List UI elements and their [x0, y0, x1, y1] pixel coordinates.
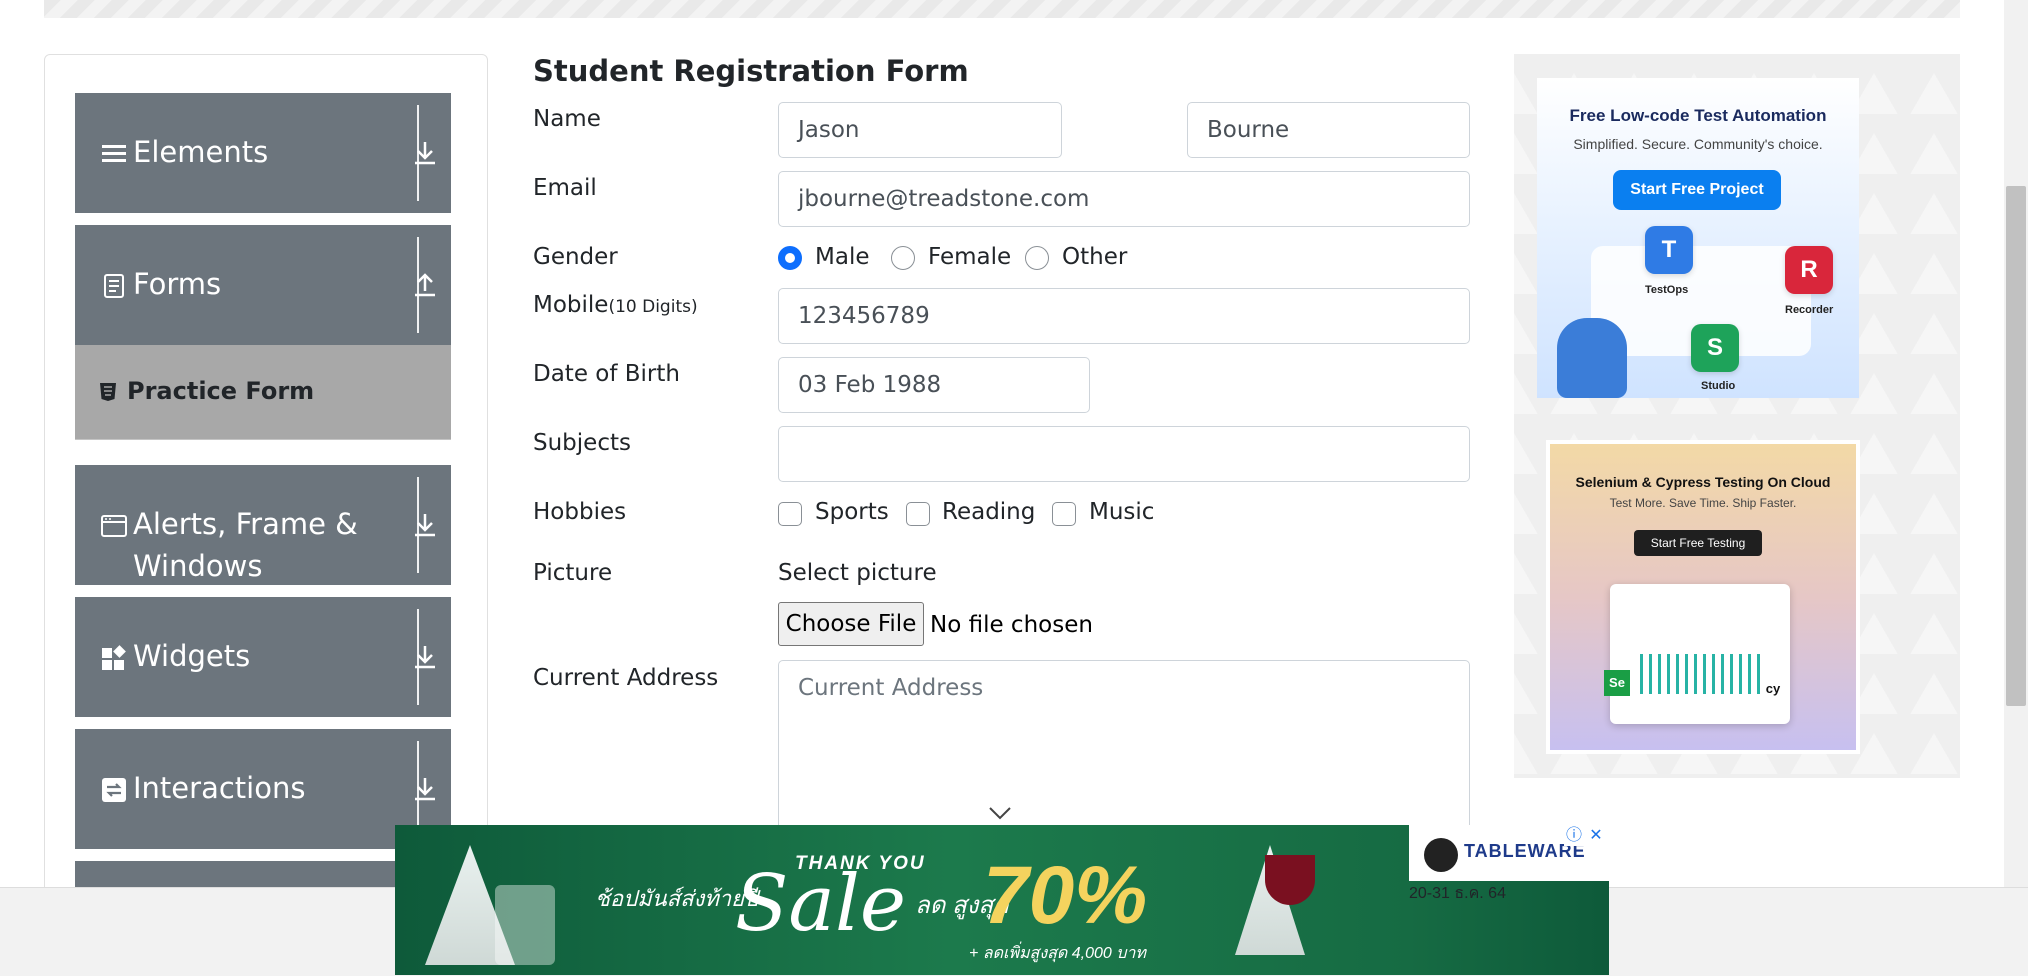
scrollbar-thumb[interactable]: [2006, 186, 2026, 706]
gender-option-label[interactable]: Male: [815, 244, 869, 270]
mobile-hint: (10 Digits): [608, 297, 698, 317]
dob-label: Date of Birth: [533, 361, 680, 387]
gender-option-label[interactable]: Other: [1062, 244, 1127, 270]
hobby-option-label[interactable]: Reading: [942, 499, 1035, 525]
chevron-down-icon[interactable]: [988, 806, 1012, 820]
gender-radio-other[interactable]: [1025, 246, 1049, 270]
dashboard-illustration: [1610, 584, 1790, 724]
sidebar-group-forms[interactable]: Forms: [75, 225, 451, 345]
sidebar-item-practice-form[interactable]: Practice Form: [75, 345, 451, 440]
banner-thai-text: ช้อปมันส์ส่งท้ายปี: [595, 886, 758, 911]
bottom-banner-ad[interactable]: ช้อปมันส์ส่งท้ายปี THANK YOU Sale ลด สูง…: [395, 825, 1409, 975]
mobile-label: Mobile(10 Digits): [533, 292, 698, 318]
selenium-icon: Se: [1604, 670, 1630, 696]
sidebar: Elements Forms Practice Form Alerts, Fra…: [44, 54, 488, 916]
hobby-option-label[interactable]: Sports: [815, 499, 889, 525]
form-title: Student Registration Form: [533, 54, 969, 88]
banner-right-panel: 20-31 ธ.ค. 64: [1409, 881, 1609, 975]
tile-label: Studio: [1701, 380, 1736, 392]
ad-close-icon[interactable]: ✕: [1586, 826, 1606, 846]
download-icon: [415, 646, 435, 669]
hobby-option-label[interactable]: Music: [1089, 499, 1154, 525]
ad-title: Selenium & Cypress Testing On Cloud: [1575, 474, 1831, 490]
email-label: Email: [533, 175, 597, 201]
recorder-tile-icon: R: [1785, 246, 1833, 294]
download-icon: [415, 142, 435, 165]
window-icon: [101, 515, 127, 537]
html5-icon: [100, 383, 116, 401]
subjects-input[interactable]: [778, 426, 1470, 482]
download-icon: [415, 514, 435, 537]
current-address-label: Current Address: [533, 665, 719, 691]
email-input[interactable]: jbourne@treadstone.com: [778, 171, 1470, 227]
ad-title: Free Low-code Test Automation: [1569, 106, 1827, 125]
robot-icon: [1557, 318, 1627, 398]
download-icon: [415, 778, 435, 801]
file-status-text: No file chosen: [930, 612, 1093, 638]
name-label: Name: [533, 106, 601, 132]
ad-katalon[interactable]: Free Low-code Test Automation Simplified…: [1537, 78, 1859, 398]
testops-tile-icon: T: [1645, 226, 1693, 274]
upload-icon: [415, 273, 435, 297]
current-address-textarea[interactable]: Current Address: [778, 660, 1470, 840]
gender-radio-male[interactable]: [778, 246, 802, 270]
sidebar-group-label: Elements: [133, 135, 269, 169]
ad-cta-button[interactable]: Start Free Project: [1613, 170, 1781, 210]
sidebar-group-elements[interactable]: Elements: [75, 93, 451, 213]
select-picture-label: Select picture: [778, 560, 937, 586]
banner-dates: 20-31 ธ.ค. 64: [1409, 885, 1506, 902]
subjects-label: Subjects: [533, 430, 631, 456]
banner-extra-discount: + ลดเพิ่มสูงสุด 4,000 บาท: [969, 945, 1146, 962]
sidebar-item-label: Practice Form: [127, 377, 315, 405]
sidebar-group-label-line2: Windows: [133, 549, 263, 583]
ad-subtitle: Test More. Save Time. Ship Faster.: [1609, 496, 1797, 510]
choose-file-button[interactable]: Choose File: [778, 602, 924, 646]
sidebar-group-label: Forms: [133, 267, 222, 301]
top-banner-strip: [44, 0, 1960, 18]
date-of-birth-input[interactable]: 03 Feb 1988: [778, 357, 1090, 413]
wine-glass-decoration: [1265, 855, 1315, 905]
ad-info-icon[interactable]: ⓘ: [1564, 826, 1584, 846]
document-icon: [104, 274, 124, 298]
sidebar-group-label: Alerts, Frame &: [133, 507, 358, 541]
hobbies-label: Hobbies: [533, 499, 627, 525]
hobby-checkbox-reading[interactable]: [906, 502, 930, 526]
ad-cta-button[interactable]: Start Free Testing: [1634, 530, 1762, 556]
mobile-label-text: Mobile: [533, 292, 609, 318]
sidebar-group-label: Interactions: [133, 771, 306, 805]
gender-option-label[interactable]: Female: [928, 244, 1011, 270]
current-address-placeholder: Current Address: [798, 675, 984, 701]
tile-label: TestOps: [1645, 284, 1689, 296]
sidebar-group-widgets[interactable]: Widgets: [75, 597, 451, 717]
interactions-icon: [102, 778, 126, 802]
mobile-input[interactable]: 123456789: [778, 288, 1470, 344]
banner-percent: 70%: [983, 850, 1148, 941]
menu-icon: [102, 145, 126, 162]
ad-lambdatest[interactable]: Selenium & Cypress Testing On Cloud Test…: [1546, 440, 1860, 754]
studio-tile-icon: S: [1691, 324, 1739, 372]
cypress-icon: cy: [1760, 676, 1786, 702]
widgets-icon: [102, 645, 126, 670]
glass-decoration: [495, 885, 555, 965]
hobby-checkbox-music[interactable]: [1052, 502, 1076, 526]
ad-subtitle: Simplified. Secure. Community's choice.: [1573, 136, 1823, 152]
bar-graphic: [1640, 654, 1760, 694]
hobby-checkbox-sports[interactable]: [778, 502, 802, 526]
gender-radio-female[interactable]: [891, 246, 915, 270]
gender-label: Gender: [533, 244, 618, 270]
sidebar-group-label: Widgets: [133, 639, 251, 673]
tile-label: Recorder: [1785, 304, 1834, 316]
sidebar-group-alerts-frame-windows[interactable]: Alerts, Frame & Windows: [75, 465, 451, 585]
first-name-input[interactable]: Jason: [778, 102, 1062, 158]
picture-label: Picture: [533, 560, 613, 586]
brand-logo-icon: [1424, 838, 1458, 872]
banner-sale-text: Sale: [735, 859, 907, 949]
last-name-input[interactable]: Bourne: [1187, 102, 1470, 158]
